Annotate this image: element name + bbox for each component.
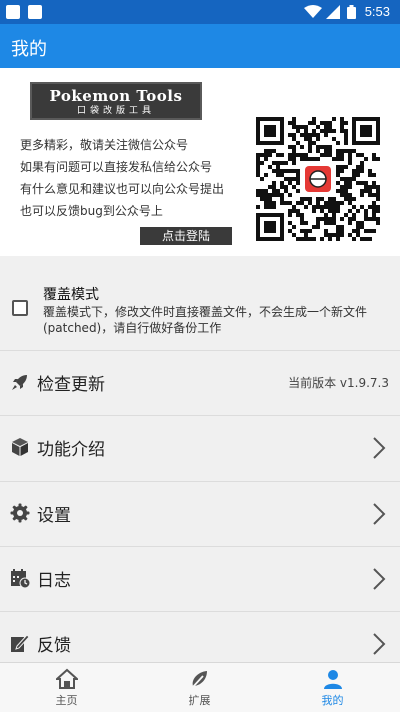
status-bar: 5:53 xyxy=(0,0,400,24)
login-button[interactable]: 点击登陆 xyxy=(140,227,232,245)
chevron-right-icon xyxy=(373,503,386,525)
chevron-right-icon xyxy=(373,437,386,459)
menu-check-update[interactable]: 检查更新 当前版本 v1.9.7.3 xyxy=(0,350,400,414)
chevron-right-icon xyxy=(373,633,386,655)
tab-label: 我的 xyxy=(321,694,344,707)
overlay-mode-checkbox[interactable] xyxy=(12,300,28,316)
info-line: 更多精彩，敬请关注微信公众号 xyxy=(20,138,189,152)
overlay-mode-description: 覆盖模式下，修改文件时直接覆盖文件，不会生成一个新文件(patched)，请自行… xyxy=(43,305,368,335)
menu-features[interactable]: 功能介绍 xyxy=(0,415,400,479)
logo-title: Pokemon Tools xyxy=(49,87,183,105)
pokemon-tools-logo: Pokemon Tools 口袋改版工具 xyxy=(30,82,202,120)
tab-label: 主页 xyxy=(55,694,78,707)
battery-icon xyxy=(347,5,356,19)
notification-icon xyxy=(28,5,42,19)
signal-icon xyxy=(326,5,340,19)
wifi-icon xyxy=(304,5,322,18)
info-line: 有什么意见和建议也可以向公众号提出 xyxy=(20,182,225,196)
bottom-tab-bar: 主页 扩展 我的 xyxy=(0,662,400,712)
extension-icon xyxy=(190,671,207,689)
overlay-mode-title: 覆盖模式 xyxy=(43,287,99,303)
menu-settings[interactable]: 设置 xyxy=(0,481,400,545)
gear-icon xyxy=(10,503,30,523)
page-title: 我的 xyxy=(11,39,47,60)
menu-label: 日志 xyxy=(37,571,71,591)
edit-icon xyxy=(11,634,30,652)
rocket-icon xyxy=(12,375,27,390)
info-text: 更多精彩，敬请关注微信公众号 如果有问题可以直接发私信给公众号 有什么意见和建议… xyxy=(20,134,224,222)
version-text: 当前版本 v1.9.7.3 xyxy=(288,376,389,390)
cube-icon xyxy=(12,438,28,456)
overlay-mode-row[interactable]: 覆盖模式 覆盖模式下，修改文件时直接覆盖文件，不会生成一个新文件(patched… xyxy=(0,270,400,344)
user-icon xyxy=(323,670,342,689)
menu-log[interactable]: 日志 xyxy=(0,546,400,610)
home-icon xyxy=(55,668,78,689)
menu-label: 设置 xyxy=(37,506,71,526)
tab-extension[interactable]: 扩展 xyxy=(133,663,266,712)
menu-label: 功能介绍 xyxy=(37,440,105,460)
status-time: 5:53 xyxy=(364,4,390,19)
app-bar: 我的 xyxy=(0,24,400,68)
tab-home[interactable]: 主页 xyxy=(0,663,133,712)
menu-label: 反馈 xyxy=(37,636,71,656)
tab-mine[interactable]: 我的 xyxy=(266,663,399,712)
calendar-clock-icon xyxy=(11,569,30,588)
info-line: 如果有问题可以直接发私信给公众号 xyxy=(20,160,213,174)
info-line: 也可以反馈bug到公众号上 xyxy=(20,204,163,218)
logo-subtitle: 口袋改版工具 xyxy=(76,106,155,116)
menu-label: 检查更新 xyxy=(37,375,105,395)
wechat-qr-code-icon xyxy=(256,117,380,241)
chevron-right-icon xyxy=(373,568,386,590)
tab-label: 扩展 xyxy=(188,694,211,707)
notification-icon xyxy=(6,5,20,19)
